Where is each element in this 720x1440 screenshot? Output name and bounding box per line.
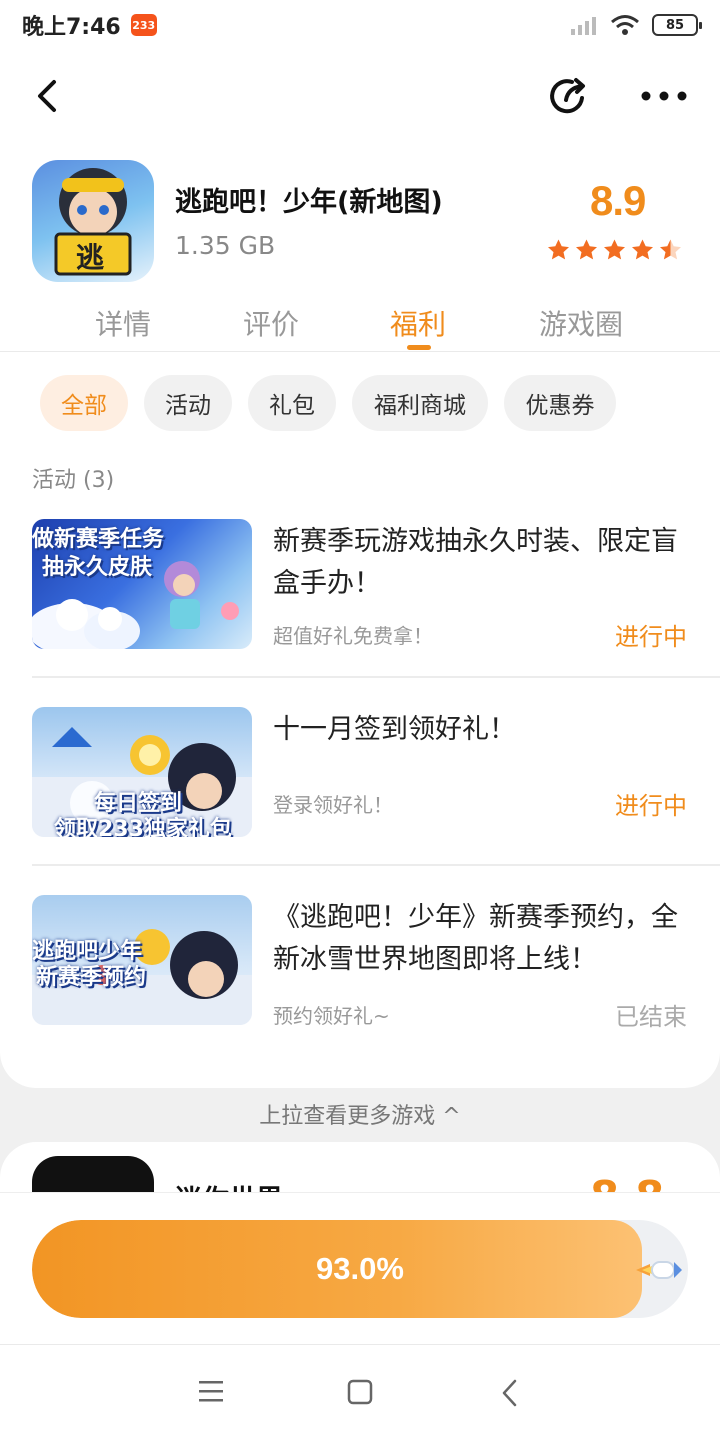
divider <box>32 676 720 678</box>
activity-status: 进行中 <box>615 792 687 820</box>
download-progress-label: 93.0% <box>316 1251 404 1286</box>
home-icon[interactable] <box>347 1379 373 1405</box>
activity-title: 十一月签到领好礼！ <box>273 714 516 745</box>
activity-subtitle: 预约领好礼~ <box>273 1004 390 1028</box>
back-icon[interactable] <box>500 1379 520 1407</box>
activity-title: 新赛季玩游戏抽永久时装、限定盲盒手办！ <box>273 526 678 599</box>
tab-game-circle[interactable]: 游戏圈 <box>521 303 641 343</box>
game-icon: 逃 <box>32 160 154 282</box>
tab-reviews[interactable]: 评价 <box>211 303 331 343</box>
star-icon <box>632 239 653 260</box>
star-icon <box>604 239 625 260</box>
signal-icon <box>571 17 596 35</box>
top-nav <box>0 70 720 122</box>
activity-subtitle: 超值好礼免费拿！ <box>273 624 433 648</box>
half-star-icon <box>660 239 681 260</box>
thumbnail-text: 逃跑吧少年 <box>32 939 143 964</box>
pull-up-hint[interactable]: 上拉查看更多游戏 ^ <box>0 1098 720 1130</box>
tabs-divider <box>0 351 720 352</box>
game-icon-text: 逃 <box>76 241 105 274</box>
active-tab-indicator <box>407 345 431 350</box>
section-label: 活动 (3) <box>32 468 115 493</box>
more-options-icon[interactable] <box>640 86 688 106</box>
status-indicators: 85 <box>570 14 702 36</box>
activity-subtitle: 登录领好礼！ <box>273 793 393 817</box>
system-navigation-bar <box>0 1344 720 1440</box>
detail-tabs: 详情 评价 福利 游戏圈 <box>0 295 720 351</box>
battery-icon: 85 <box>652 14 702 36</box>
game-detail-card: 逃 逃跑吧！少年(新地图) 1.35 GB 8.9 详情 评价 福利 游戏圈 全… <box>0 50 720 1088</box>
activity-status: 已结束 <box>615 1003 687 1031</box>
activity-thumbnail: 每日签到 领取233独家礼包 <box>32 707 252 837</box>
chip-coupons[interactable]: 优惠券 <box>504 375 616 431</box>
activity-status: 进行中 <box>615 623 687 651</box>
thumbnail-text: 做新赛季任务 <box>32 527 165 552</box>
activity-item[interactable]: 每日签到 领取233独家礼包 十一月签到领好礼！ 登录领好礼！ 进行中 <box>0 707 720 857</box>
download-panel: 93.0% <box>0 1192 720 1344</box>
thumbnail-text: 领取233独家礼包 <box>54 817 232 837</box>
activity-item[interactable]: 逃跑吧少年 新赛季预约 《逃跑吧！少年》新赛季预约，全新冰雪世界地图即将上线！ … <box>0 895 720 1045</box>
divider <box>32 864 720 866</box>
activity-thumbnail: 逃跑吧少年 新赛季预约 <box>32 895 252 1025</box>
thumbnail-text: 每日签到 <box>94 791 183 816</box>
app-badge-icon: 233 <box>130 14 157 36</box>
status-bar: 晚上7:46 233 85 <box>0 0 720 50</box>
share-icon[interactable] <box>546 74 590 118</box>
thumbnail-text: 新赛季预约 <box>36 965 147 990</box>
star-icon <box>548 239 569 260</box>
status-time: 晚上7:46 <box>22 15 121 40</box>
chip-benefit-mall[interactable]: 福利商城 <box>352 375 488 431</box>
tab-benefits[interactable]: 福利 <box>358 303 478 343</box>
chip-all[interactable]: 全部 <box>40 375 128 431</box>
wifi-icon <box>611 15 639 35</box>
download-progress-button[interactable]: 93.0% <box>32 1220 688 1318</box>
thumbnail-text: 抽永久皮肤 <box>42 555 153 580</box>
chip-gift-packs[interactable]: 礼包 <box>248 375 336 431</box>
back-arrow-icon[interactable] <box>30 76 66 116</box>
rating-stars <box>546 238 683 262</box>
activity-title: 《逃跑吧！少年》新赛季预约，全新冰雪世界地图即将上线！ <box>273 902 678 975</box>
activity-thumbnail: 做新赛季任务 抽永久皮肤 <box>32 519 252 649</box>
game-title: 逃跑吧！少年(新地图) <box>175 187 443 218</box>
chip-activities[interactable]: 活动 <box>144 375 232 431</box>
game-score: 8.9 <box>590 177 646 224</box>
menu-icon[interactable] <box>198 1379 224 1403</box>
tab-details[interactable]: 详情 <box>63 303 183 343</box>
filter-chips: 全部 活动 礼包 福利商城 优惠券 <box>0 375 720 431</box>
star-icon <box>576 239 597 260</box>
activity-item[interactable]: 做新赛季任务 抽永久皮肤 新赛季玩游戏抽永久时装、限定盲盒手办！ 超值好礼免费拿… <box>0 519 720 669</box>
game-size: 1.35 GB <box>175 231 276 260</box>
